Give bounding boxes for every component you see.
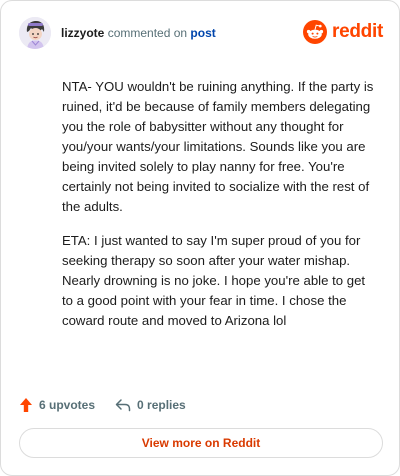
post-link[interactable]: post <box>190 26 215 40</box>
comment-footer: 6 upvotes 0 replies <box>19 395 186 415</box>
comment-meta: lizzyote commented on post <box>61 26 216 40</box>
comment-header: lizzyote commented on post reddit <box>19 17 383 51</box>
user-avatar[interactable] <box>19 17 51 49</box>
upvotes-stat[interactable]: 6 upvotes <box>19 397 95 413</box>
comment-embed-card: lizzyote commented on post reddit NTA- Y… <box>0 0 400 476</box>
comment-paragraph-2: ETA: I just wanted to say I'm super prou… <box>62 233 366 328</box>
comment-action-text: commented on <box>107 26 188 40</box>
reddit-logo[interactable]: reddit <box>303 19 383 45</box>
username-link[interactable]: lizzyote <box>61 26 104 40</box>
replies-count: 0 replies <box>137 398 186 412</box>
upvote-arrow-icon <box>20 398 32 412</box>
replies-stat[interactable]: 0 replies <box>115 398 186 412</box>
reddit-wordmark: reddit <box>332 21 383 42</box>
upvotes-count: 6 upvotes <box>39 398 96 412</box>
view-more-on-reddit-button[interactable]: View more on Reddit <box>19 428 383 458</box>
comment-paragraph-1: NTA- YOU wouldn't be ruining anything. I… <box>62 79 374 214</box>
comment-body: NTA- YOU wouldn't be ruining anything. I… <box>62 77 378 345</box>
avatar-illustration-icon <box>19 17 51 49</box>
reply-arrow-icon <box>115 399 131 412</box>
reddit-snoo-icon <box>303 20 328 44</box>
